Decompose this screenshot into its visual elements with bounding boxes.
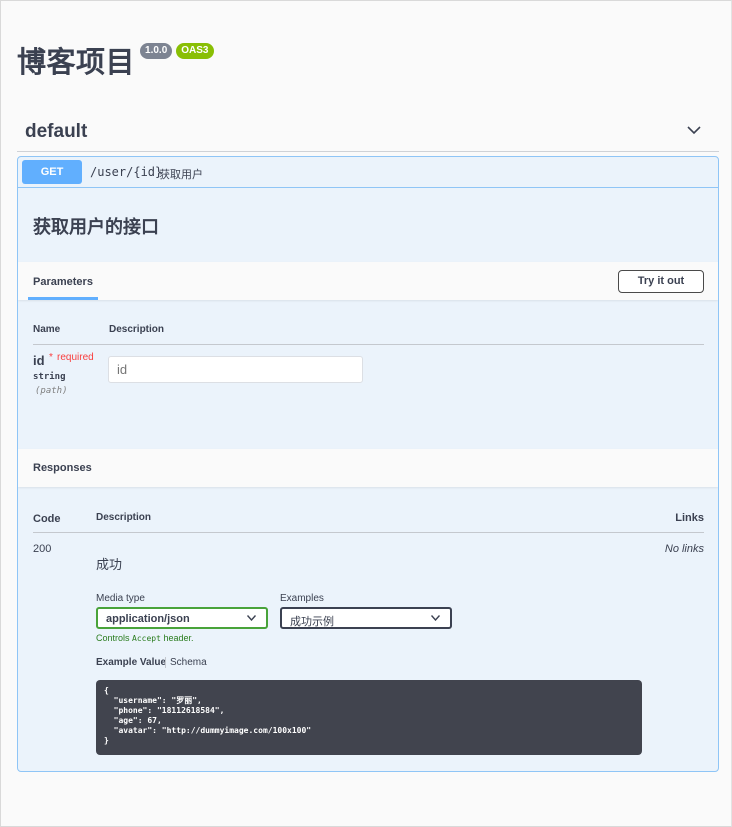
required-star: *: [49, 352, 53, 363]
tab-parameters[interactable]: Parameters: [33, 276, 93, 288]
id-param-input[interactable]: [108, 356, 363, 383]
chevron-down-icon[interactable]: [687, 125, 701, 135]
example-json: { "username": "罗丽", "phone": "1811261858…: [104, 686, 312, 745]
responses-header: Responses: [18, 449, 718, 487]
example-code-block: { "username": "罗丽", "phone": "1811261858…: [96, 680, 642, 755]
media-type-value: application/json: [106, 613, 190, 625]
tab-separator: [165, 657, 166, 668]
response-col-code: Code: [33, 513, 61, 525]
controls-suffix: header.: [163, 633, 194, 643]
active-tab-indicator: [28, 297, 98, 300]
parameters-header: Parameters Try it out: [18, 262, 718, 300]
param-location: (path): [35, 386, 68, 396]
param-type: string: [33, 372, 66, 382]
param-col-description: Description: [109, 324, 165, 335]
controls-accept: Accept: [132, 634, 161, 643]
param-col-name: Name: [33, 324, 61, 335]
controls-prefix: Controls: [96, 633, 130, 643]
tag-name: default: [25, 121, 88, 142]
divider: [33, 344, 704, 345]
media-type-select[interactable]: application/json: [96, 607, 268, 629]
param-name: id: [33, 353, 45, 368]
method-badge-get: GET: [22, 160, 82, 184]
operation-summary-text: 获取用户: [159, 169, 203, 181]
media-type-label: Media type: [96, 593, 145, 604]
response-code: 200: [33, 543, 52, 555]
tab-example-value[interactable]: Example Value: [96, 657, 166, 668]
examples-select[interactable]: 成功示例: [280, 607, 452, 629]
operation-summary[interactable]: GET /user/{id} 获取用户: [18, 157, 718, 188]
operation-path: /user/{id}: [90, 165, 163, 179]
examples-value: 成功示例: [290, 616, 334, 628]
examples-label: Examples: [280, 593, 324, 604]
response-col-links: Links: [675, 512, 704, 524]
swagger-page: 博客项目 1.0.0 OAS3 default GET /user/{id} 获…: [0, 0, 732, 827]
controls-accept-note: Controls Accept header.: [96, 633, 193, 643]
response-description: 成功: [96, 557, 123, 572]
api-title: 博客项目: [17, 45, 136, 79]
operation-block-get-user: GET /user/{id} 获取用户 获取用户的接口 Parameters T…: [17, 156, 719, 772]
version-badge: 1.0.0: [140, 43, 173, 59]
response-col-description: Description: [96, 512, 152, 523]
tag-section-default[interactable]: default: [17, 111, 719, 152]
operation-description: 获取用户的接口: [33, 217, 159, 237]
api-title-row: 博客项目 1.0.0 OAS3: [17, 39, 214, 81]
chevron-down-icon: [247, 615, 256, 621]
tab-schema[interactable]: Schema: [170, 657, 207, 668]
response-links: No links: [664, 543, 704, 555]
required-label: required: [57, 352, 94, 363]
divider: [33, 532, 704, 533]
responses-title: Responses: [33, 462, 92, 474]
chevron-down-icon: [431, 615, 440, 621]
oas-badge: OAS3: [176, 43, 214, 59]
try-it-out-button[interactable]: Try it out: [618, 270, 704, 293]
